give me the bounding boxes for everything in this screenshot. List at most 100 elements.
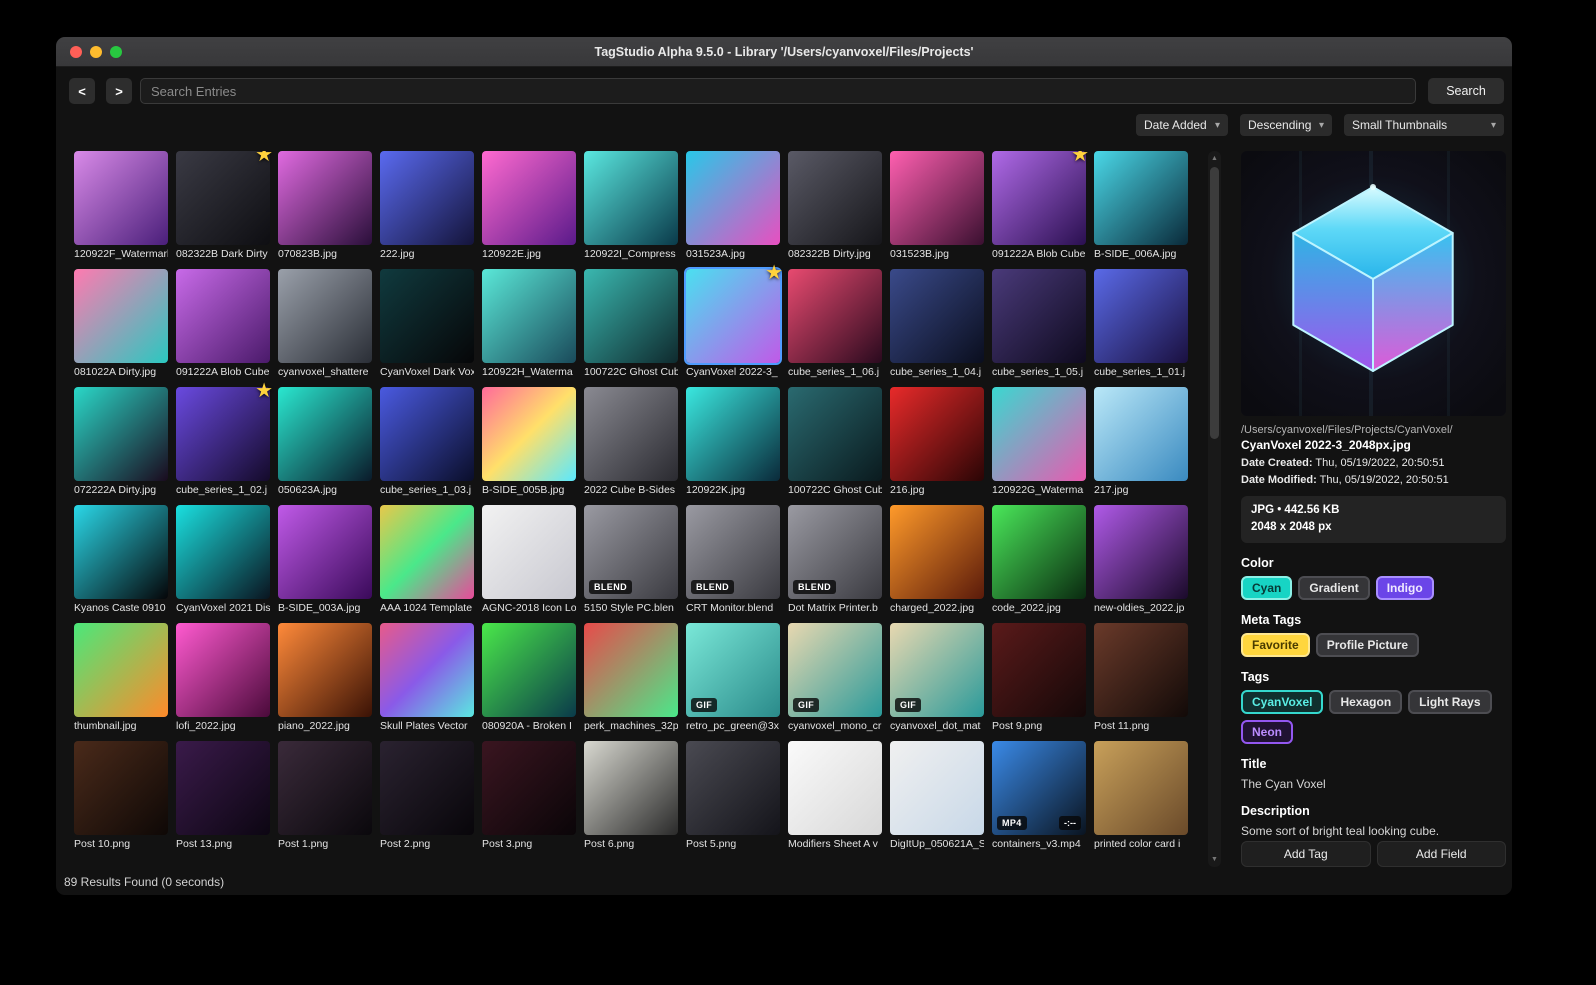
thumbnail-image[interactable]: MP4 -:-- (992, 741, 1086, 835)
thumbnail-image[interactable] (74, 269, 168, 363)
grid-item[interactable]: 2022 Cube B-Sides (584, 387, 678, 499)
grid-item[interactable]: MP4 -:-- containers_v3.mp4 (992, 741, 1086, 853)
grid-item[interactable]: 120922I_Compress (584, 151, 678, 263)
thumbnail-image[interactable] (788, 387, 882, 481)
grid-item[interactable]: 080920A - Broken I (482, 623, 576, 735)
thumbnail-image[interactable] (992, 623, 1086, 717)
thumbnail-image[interactable] (176, 741, 270, 835)
preview-image[interactable] (1241, 151, 1506, 416)
grid-item[interactable]: AGNC-2018 Icon Lo (482, 505, 576, 617)
tag-pill-gradient[interactable]: Gradient (1298, 575, 1370, 600)
thumbnail-image[interactable] (584, 623, 678, 717)
grid-item[interactable]: cube_series_1_04.j (890, 269, 984, 381)
tag-pill-indigo[interactable]: Indigo (1375, 575, 1434, 600)
thumbnail-image[interactable] (278, 269, 372, 363)
tag-pill-profile-picture[interactable]: Profile Picture (1315, 632, 1420, 657)
scrollbar-thumb[interactable] (1210, 167, 1219, 439)
grid-item[interactable]: B-SIDE_003A.jpg (278, 505, 372, 617)
thumbnail-image[interactable] (74, 387, 168, 481)
thumbnail-image[interactable]: BLEND (686, 505, 780, 599)
thumbnail-image[interactable] (686, 151, 780, 245)
grid-item[interactable]: charged_2022.jpg (890, 505, 984, 617)
thumbnail-image[interactable]: GIF (890, 623, 984, 717)
grid-item[interactable]: ★ 091222A Blob Cube (992, 151, 1089, 263)
thumbnail-image[interactable] (74, 741, 168, 835)
grid-item[interactable]: Post 2.png (380, 741, 474, 853)
tag-pill-cyan[interactable]: Cyan (1241, 575, 1293, 600)
vertical-scrollbar[interactable]: ▲ ▼ (1208, 151, 1221, 867)
grid-item[interactable]: cyanvoxel_shattere (278, 269, 372, 381)
thumbnail-image[interactable] (992, 505, 1086, 599)
scroll-up-icon[interactable]: ▲ (1208, 155, 1221, 162)
thumbnail-image[interactable] (74, 623, 168, 717)
tag-pill-light-rays[interactable]: Light Rays (1408, 689, 1492, 714)
back-button[interactable]: < (69, 78, 95, 104)
grid-item[interactable]: printed color card i (1094, 741, 1188, 853)
thumbnail-image[interactable]: GIF (788, 623, 882, 717)
grid-item[interactable]: ★ cube_series_1_02.j (176, 381, 273, 499)
thumbnail-image[interactable] (1094, 387, 1188, 481)
zoom-button[interactable] (110, 46, 122, 58)
thumbnail-image[interactable] (1094, 623, 1188, 717)
sort-field-dropdown[interactable]: Date Added ▾ (1136, 114, 1228, 136)
thumbnail-image[interactable] (890, 269, 984, 363)
thumbnail-image[interactable]: BLEND (788, 505, 882, 599)
thumbnail-image[interactable] (686, 387, 780, 481)
thumbnail-image[interactable] (176, 623, 270, 717)
grid-item[interactable]: 120922G_Waterma (992, 387, 1086, 499)
thumbnail-image[interactable] (380, 151, 474, 245)
thumbnail-image[interactable] (788, 269, 882, 363)
grid-item[interactable]: Post 9.png (992, 623, 1086, 735)
grid-item[interactable]: 081022A Dirty.jpg (74, 269, 168, 381)
thumbnail-image[interactable] (278, 623, 372, 717)
grid-item[interactable]: cube_series_1_06.j (788, 269, 882, 381)
search-input[interactable] (140, 78, 1416, 104)
thumbnail-image[interactable] (176, 505, 270, 599)
thumbnail-image[interactable] (278, 151, 372, 245)
grid-item[interactable]: 070823B.jpg (278, 151, 372, 263)
grid-item[interactable]: Skull Plates Vector (380, 623, 474, 735)
grid-item[interactable]: B-SIDE_006A.jpg (1094, 151, 1188, 263)
grid-item[interactable]: 072222A Dirty.jpg (74, 387, 168, 499)
thumbnail-image[interactable] (482, 741, 576, 835)
thumbnail-image[interactable]: ★ (684, 263, 783, 365)
grid-item[interactable]: Post 10.png (74, 741, 168, 853)
grid-item[interactable]: 120922H_Waterma (482, 269, 576, 381)
thumbnail-image[interactable] (1094, 505, 1188, 599)
thumbnail-image[interactable] (278, 741, 372, 835)
thumbnail-image[interactable]: ★ (176, 381, 273, 481)
add-field-button[interactable]: Add Field (1376, 841, 1506, 867)
thumbnail-image[interactable] (584, 387, 678, 481)
grid-item[interactable]: 050623A.jpg (278, 387, 372, 499)
title-bar[interactable]: TagStudio Alpha 9.5.0 - Library '/Users/… (56, 37, 1512, 67)
grid-item[interactable]: Post 3.png (482, 741, 576, 853)
tag-pill-cyanvoxel[interactable]: CyanVoxel (1241, 689, 1324, 714)
scroll-down-icon[interactable]: ▼ (1208, 856, 1221, 863)
grid-item[interactable]: 120922K.jpg (686, 387, 780, 499)
thumbnail-image[interactable] (992, 269, 1086, 363)
grid-item[interactable]: thumbnail.jpg (74, 623, 168, 735)
grid-item[interactable]: cube_series_1_01.j (1094, 269, 1188, 381)
grid-item[interactable]: 091222A Blob Cube (176, 269, 270, 381)
thumbnail-image[interactable] (482, 269, 576, 363)
add-tag-button[interactable]: Add Tag (1241, 841, 1371, 867)
grid-item[interactable]: piano_2022.jpg (278, 623, 372, 735)
grid-item[interactable]: DigItUp_050621A_S (890, 741, 984, 853)
thumbnail-image[interactable] (380, 269, 474, 363)
thumbnail-image[interactable] (482, 505, 576, 599)
thumbnail-image[interactable] (788, 151, 882, 245)
grid-item[interactable]: Post 5.png (686, 741, 780, 853)
tag-pill-hexagon[interactable]: Hexagon (1329, 689, 1403, 714)
thumbnail-image[interactable] (74, 151, 168, 245)
thumbnail-image[interactable] (278, 505, 372, 599)
thumbnail-image[interactable] (584, 741, 678, 835)
thumbnail-size-dropdown[interactable]: Small Thumbnails ▾ (1344, 114, 1504, 136)
grid-item[interactable]: Modifiers Sheet A v (788, 741, 882, 853)
grid-item[interactable]: 100722C Ghost Cub (788, 387, 882, 499)
grid-item[interactable]: cube_series_1_05.j (992, 269, 1086, 381)
grid-item[interactable]: new-oldies_2022.jp (1094, 505, 1188, 617)
thumbnail-image[interactable] (890, 741, 984, 835)
grid-item[interactable]: 120922F_Watermarl (74, 151, 168, 263)
grid-item[interactable]: 120922E.jpg (482, 151, 576, 263)
thumbnail-image[interactable] (380, 505, 474, 599)
